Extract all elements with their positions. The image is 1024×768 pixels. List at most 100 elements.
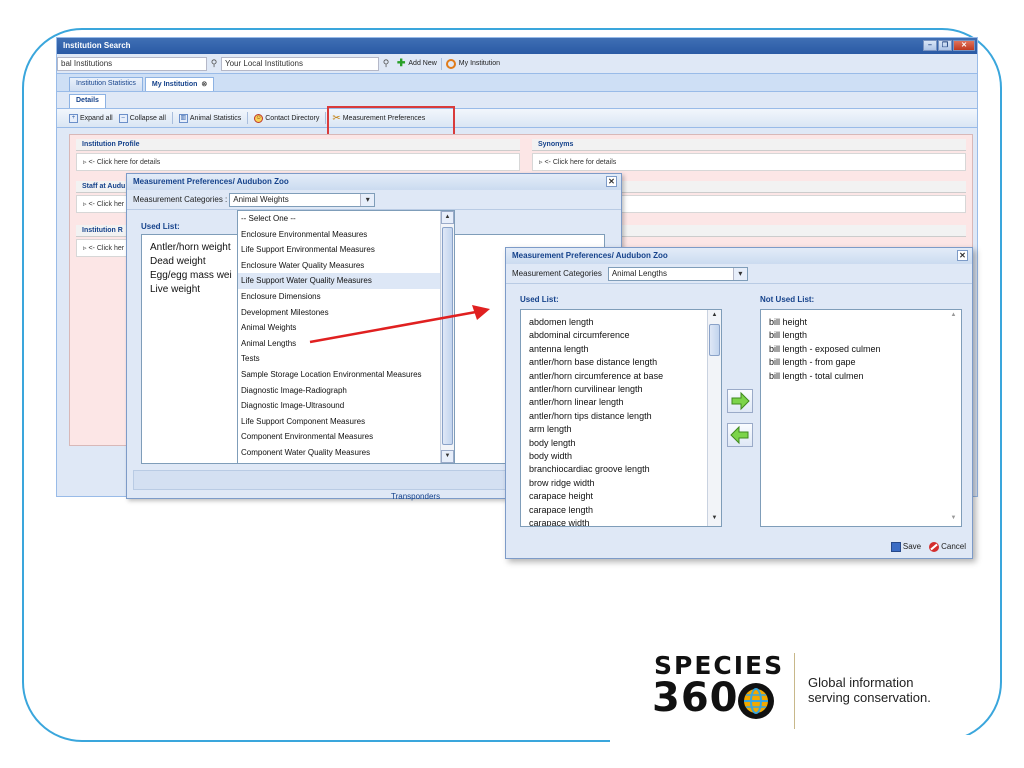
save-button[interactable]: Save (890, 542, 921, 552)
move-right-button[interactable] (727, 389, 753, 413)
my-institution-button[interactable]: My Institution (442, 58, 504, 69)
collapse-icon: – (118, 113, 128, 123)
contact-directory-button[interactable]: ☺ Contact Directory (254, 113, 319, 123)
expand-icon: + (69, 113, 78, 123)
scroll-down-icon[interactable]: ▼ (441, 450, 454, 463)
subtab-bar: Details (57, 92, 977, 108)
list-item[interactable]: carapace width (521, 517, 721, 526)
dropdown-option-highlighted[interactable]: Life Support Water Quality Measures (238, 273, 454, 289)
list-item[interactable]: body width (521, 450, 721, 463)
save-icon (890, 542, 901, 552)
used-list-label: Used List: (141, 222, 180, 231)
category-row: Measurement Categories : Animal Weights … (127, 190, 621, 210)
used-list-scrollbar[interactable]: ▲ ▼ (707, 310, 721, 526)
list-item[interactable]: antenna length (521, 343, 721, 356)
dialog-footer: Save Cancel (890, 542, 966, 552)
slide-canvas: Institution Search – ❐ ✕ bal Institution… (0, 0, 1024, 768)
chevron-down-icon[interactable]: ▾ (360, 193, 375, 206)
tab-institution-statistics[interactable]: Institution Statistics (69, 77, 143, 91)
scroll-down-icon[interactable]: ▼ (708, 513, 721, 526)
dialog-title: Measurement Preferences/ Audubon Zoo ✕ (127, 174, 621, 190)
list-item[interactable]: brow ridge width (521, 477, 721, 490)
expand-all-button[interactable]: + Expand all (69, 113, 113, 123)
dropdown-option[interactable]: Sample Storage Location Environmental Me… (238, 367, 454, 383)
category-row: Measurement Categories Animal Lengths ▾ (506, 264, 972, 284)
dropdown-option[interactable]: -- Select One -- (238, 211, 454, 227)
list-item[interactable]: antler/horn curvilinear length (521, 383, 721, 396)
list-item[interactable]: branchiocardiac groove length (521, 463, 721, 476)
scroll-up-icon[interactable]: ▲ (441, 211, 454, 224)
category-select[interactable]: Animal Lengths ▾ (607, 266, 748, 281)
dropdown-option[interactable]: Life Support Environmental Measures (238, 242, 454, 258)
close-icon[interactable]: ✕ (953, 40, 975, 51)
institution-profile-toggle[interactable]: ▹ <- Click here for details (76, 153, 520, 171)
dialog-title: Measurement Preferences/ Audubon Zoo ✕ (506, 248, 972, 264)
list-item[interactable]: bill length - exposed culmen (761, 343, 961, 356)
used-list[interactable]: abdomen length abdominal circumference a… (520, 309, 722, 527)
dropdown-option[interactable]: Tests (238, 351, 454, 367)
dropdown-option[interactable]: Diagnostic Image-Ultrasound (238, 398, 454, 414)
minimize-icon[interactable]: – (923, 40, 937, 51)
dropdown-option[interactable]: Life Support Component Measures (238, 414, 454, 430)
close-icon[interactable]: ✕ (606, 176, 617, 187)
cancel-button[interactable]: Cancel (929, 542, 966, 552)
chart-icon: ▥ (178, 113, 188, 123)
arrow-right-icon (731, 391, 750, 411)
local-search-input[interactable]: Your Local Institutions (221, 56, 379, 71)
list-item[interactable]: arm length (521, 423, 721, 436)
scroll-up-icon[interactable]: ▲ (708, 310, 721, 323)
synonyms-toggle[interactable]: ▹ <- Click here for details (532, 153, 966, 171)
dropdown-option[interactable]: Diagnostic Image-Radiograph (238, 383, 454, 399)
list-item[interactable]: abdominal circumference (521, 329, 721, 342)
red-arrow-icon (309, 305, 490, 344)
list-item[interactable]: antler/horn tips distance length (521, 410, 721, 423)
animal-statistics-button[interactable]: ▥ Animal Statistics (178, 113, 241, 123)
list-item[interactable]: antler/horn linear length (521, 396, 721, 409)
global-search-input[interactable]: bal Institutions (57, 56, 207, 71)
list-item[interactable]: bill length - from gape (761, 356, 961, 369)
category-select[interactable]: Animal Weights ▾ (229, 192, 376, 207)
dropdown-option[interactable]: Enclosure Environmental Measures (238, 227, 454, 243)
list-item[interactable]: carapace height (521, 490, 721, 503)
list-item[interactable]: carapace length (521, 504, 721, 517)
tab-my-institution[interactable]: My Institution ⊗ (144, 77, 215, 91)
globe-icon (738, 683, 774, 719)
chevron-down-icon[interactable]: ▾ (732, 267, 747, 280)
list-item[interactable]: bill height (761, 316, 961, 329)
dropdown-option[interactable]: Component Environmental Measures (238, 429, 454, 445)
tab-close-icon[interactable]: ⊗ (201, 81, 207, 88)
add-new-button[interactable]: ✚ Add New (393, 58, 441, 69)
institution-profile-header: Institution Profile (76, 139, 520, 151)
search-icon[interactable]: ⚲ (379, 58, 393, 69)
not-used-list-scrollbar[interactable]: ▲ ▼ (947, 310, 961, 526)
species360-logo: SPECIES 360 Global information serving c… (652, 651, 972, 731)
list-item[interactable]: antler/horn base distance length (521, 356, 721, 369)
institution-icon (445, 58, 456, 69)
tab-details[interactable]: Details (69, 94, 106, 108)
window-title: Institution Search (63, 41, 131, 50)
synonyms-header: Synonyms (532, 139, 966, 151)
tab-bar: Institution Statistics My Institution ⊗ (57, 74, 977, 92)
not-used-list-label: Not Used List: (760, 295, 815, 304)
category-label: Measurement Categories : (133, 195, 228, 204)
close-icon[interactable]: ✕ (957, 250, 968, 261)
logo-word-360: 360 (652, 675, 739, 721)
search-icon[interactable]: ⚲ (207, 58, 221, 69)
list-item[interactable]: body length (521, 437, 721, 450)
restore-icon[interactable]: ❐ (938, 40, 952, 51)
list-item[interactable]: bill length (761, 329, 961, 342)
dropdown-option[interactable]: Component Water Quality Measures (238, 445, 454, 461)
collapse-all-button[interactable]: – Collapse all (118, 113, 166, 123)
move-left-button[interactable] (727, 423, 753, 447)
scroll-thumb[interactable] (709, 324, 720, 356)
list-item[interactable]: abdomen length (521, 316, 721, 329)
list-item[interactable]: antler/horn circumference at base (521, 370, 721, 383)
measurement-preferences-dialog-lengths: Measurement Preferences/ Audubon Zoo ✕ M… (505, 247, 973, 559)
details-toolbar: + Expand all – Collapse all ▥ Animal Sta… (57, 108, 977, 128)
scroll-down-icon[interactable]: ▼ (947, 513, 960, 526)
dropdown-option[interactable]: Enclosure Water Quality Measures (238, 258, 454, 274)
list-item[interactable]: bill length - total culmen (761, 370, 961, 383)
plus-icon: ✚ (397, 58, 406, 69)
not-used-list[interactable]: bill height bill length bill length - ex… (760, 309, 962, 527)
scroll-up-icon[interactable]: ▲ (947, 310, 960, 323)
